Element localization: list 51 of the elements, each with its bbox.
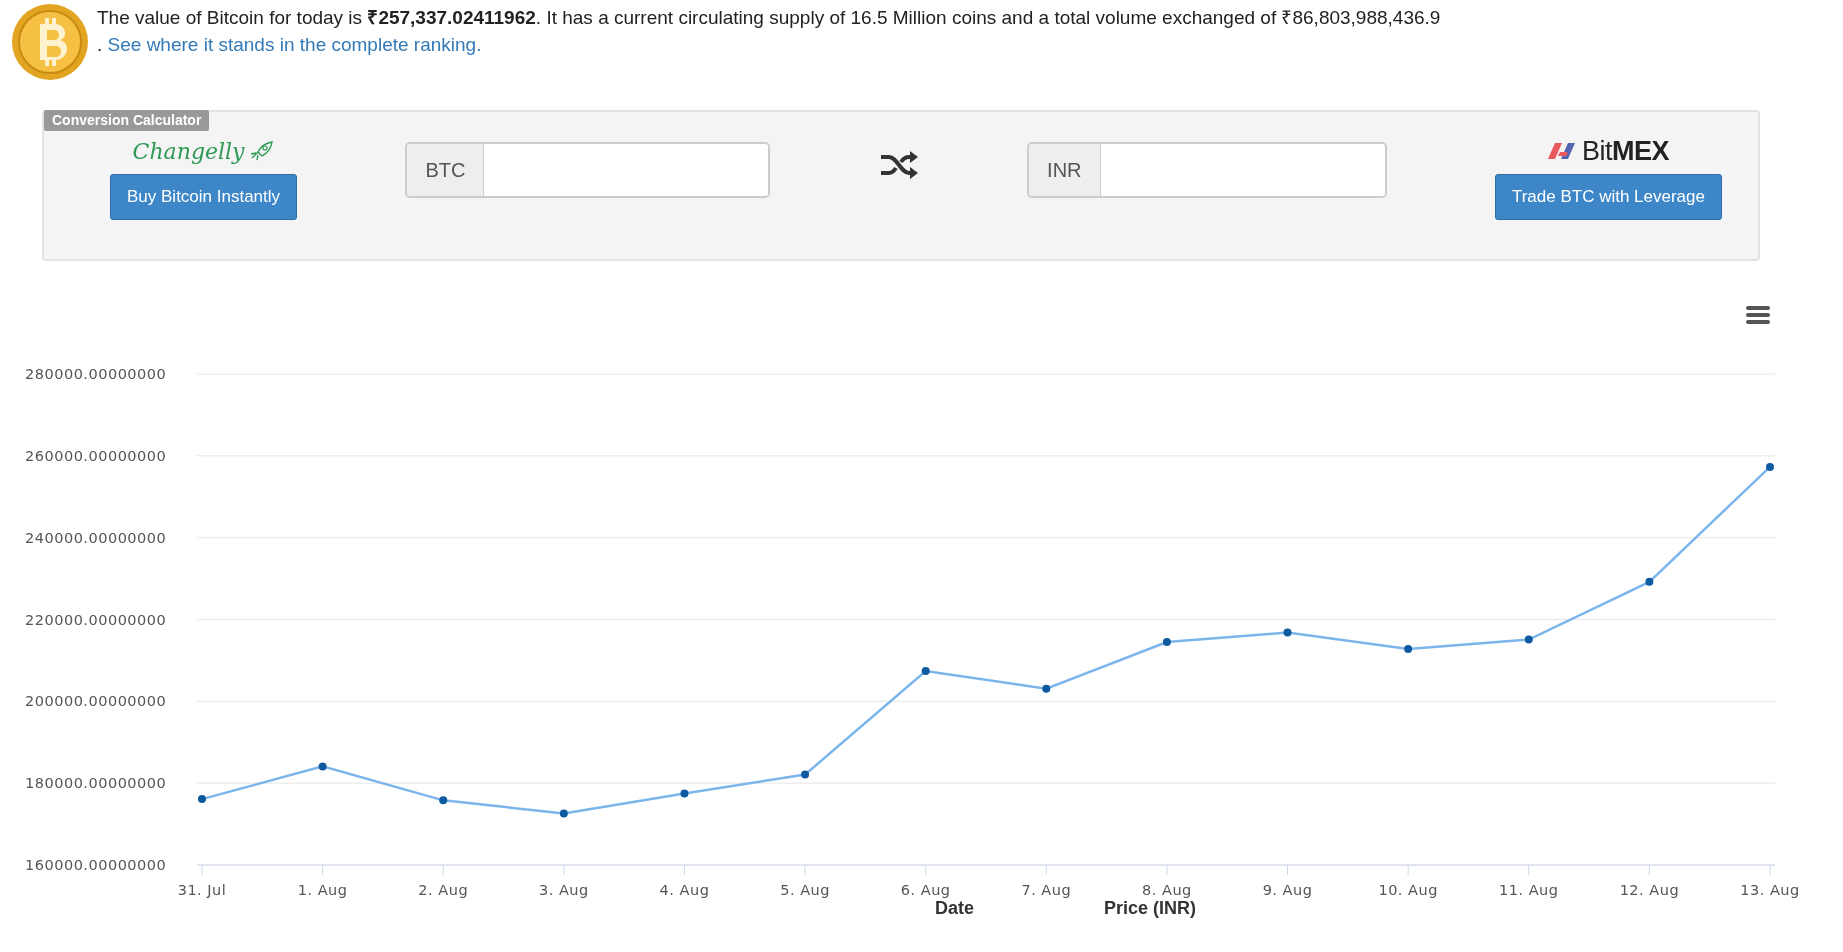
y-axis-label: 220000.00000000	[25, 611, 167, 628]
y-axis-label: 280000.00000000	[25, 366, 167, 382]
column-header: Date	[935, 898, 974, 919]
data-point	[1404, 644, 1413, 653]
x-axis-label: 12. Aug	[1619, 882, 1680, 898]
trade-leverage-button[interactable]: Trade BTC with Leverage	[1494, 174, 1722, 220]
y-axis-label: 200000.00000000	[25, 693, 167, 710]
data-point	[801, 770, 810, 779]
y-axis-label: 260000.00000000	[25, 447, 167, 464]
x-axis-label: 5. Aug	[780, 882, 830, 898]
data-point	[921, 667, 930, 676]
y-axis-label: 160000.00000000	[25, 857, 167, 873]
x-axis-label: 1. Aug	[297, 882, 348, 898]
x-axis-label: 8. Aug	[1142, 882, 1192, 898]
menu-icon[interactable]	[1746, 306, 1770, 324]
data-point	[680, 789, 689, 798]
x-axis-label: 2. Aug	[418, 882, 469, 898]
data-point	[439, 796, 448, 805]
x-axis-label: 3. Aug	[538, 882, 589, 898]
x-axis-label: 31. Jul	[177, 882, 227, 898]
x-axis-label: 6. Aug	[900, 882, 951, 898]
coin-icon	[10, 2, 90, 82]
data-point	[1042, 684, 1051, 693]
data-point	[1524, 635, 1533, 644]
data-point	[1645, 577, 1654, 586]
column-header: Price (INR)	[1104, 898, 1197, 919]
x-axis-label: 13. Aug	[1740, 882, 1800, 898]
summary-text: The value of Bitcoin for today is ₹257,337.02411962. It has a current circulating supply of 16.5 Million coins and a total volume exchanged of ₹86,803,988,436.9 . See where it stands in the complete ranking.	[97, 6, 1441, 57]
data-point	[1766, 462, 1774, 471]
data-point	[1162, 638, 1171, 646]
changelly-logo: Changelly	[132, 138, 245, 164]
ranking-link[interactable]: See where it stands in the complete ranking.	[107, 34, 482, 55]
buy-bitcoin-button[interactable]: Buy Bitcoin Instantly	[110, 174, 298, 220]
data-point	[318, 762, 327, 771]
y-axis-label: 240000.00000000	[25, 529, 167, 546]
y-axis-label: 180000.00000000	[25, 775, 167, 792]
bitmex-logo: BitMEX	[1581, 135, 1669, 167]
x-axis-label: 7. Aug	[1021, 882, 1072, 898]
data-point	[559, 809, 568, 818]
data-point	[198, 795, 206, 804]
rocket-icon	[248, 140, 275, 162]
btc-amount-field[interactable]: BTC	[405, 142, 771, 198]
shuffle-icon[interactable]	[878, 150, 919, 180]
inr-amount-field[interactable]: INR	[1027, 142, 1387, 198]
x-axis-label: 11. Aug	[1499, 882, 1559, 898]
slash-logo-icon	[1547, 141, 1578, 161]
data-point	[1283, 628, 1292, 637]
x-axis-label: 10. Aug	[1378, 882, 1438, 898]
x-axis-label: 9. Aug	[1262, 882, 1313, 898]
calculator-title: Conversion Calculator	[44, 110, 210, 131]
x-axis-label: 4. Aug	[659, 882, 710, 898]
